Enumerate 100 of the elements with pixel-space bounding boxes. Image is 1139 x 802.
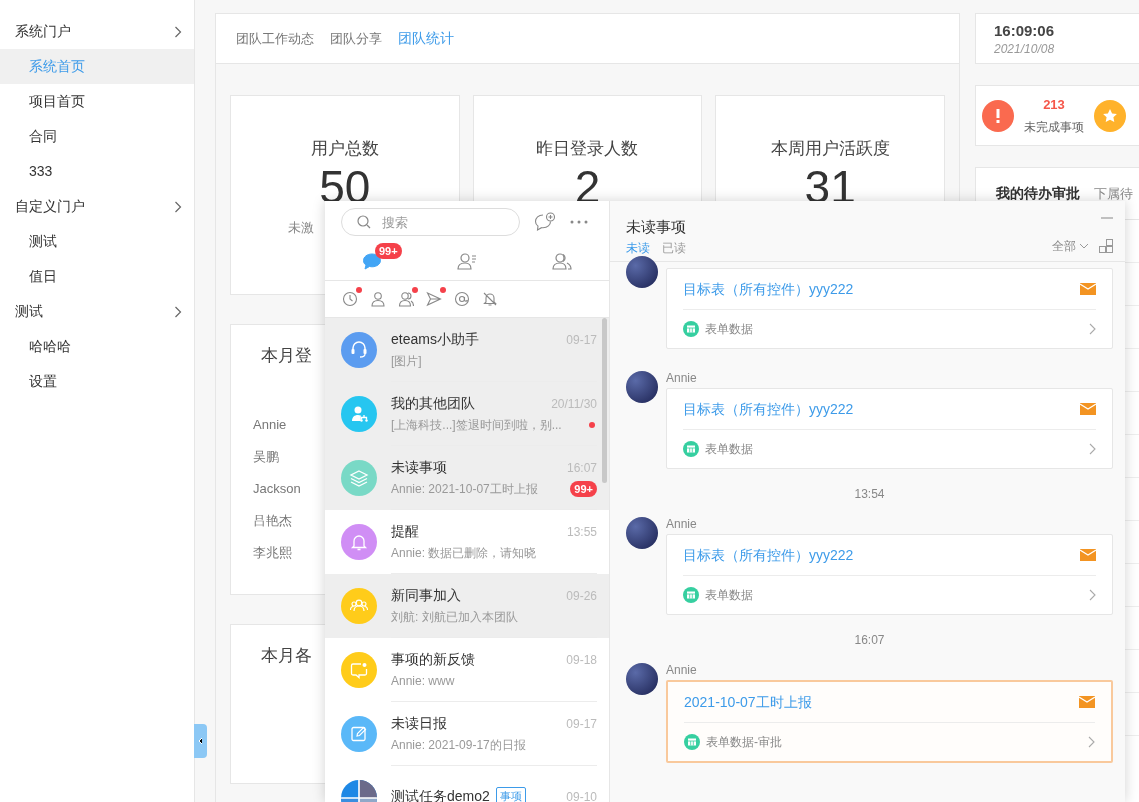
filter-dropdown[interactable]: 全部 (1052, 237, 1089, 255)
user-name: Annie (253, 415, 287, 434)
conversation-title: 新同事加入 (391, 586, 461, 605)
mail-icon (1080, 549, 1096, 561)
conversation-title: 事项的新反馈 (391, 650, 475, 669)
sender-name: Annie (666, 663, 698, 677)
table-icon (683, 321, 699, 337)
avatar (626, 371, 658, 403)
message-title: 2021-10-07工时上报 (684, 692, 812, 712)
message-title: 目标表（所有控件）yyy222 (683, 279, 854, 299)
conversation-preview: [上海科技...]签退时间到啦，别... (391, 417, 562, 434)
sidebar-item[interactable]: 合同 (0, 119, 194, 154)
clock-icon[interactable] (342, 291, 358, 307)
conversation-title: 未读事项 (391, 458, 447, 477)
sidebar-item[interactable]: 哈哈哈 (0, 329, 194, 364)
panel-title: 未读事项 (626, 217, 687, 237)
mail-icon (1079, 696, 1095, 708)
message-subtitle: 表单数据 (705, 321, 754, 338)
nav-tab[interactable]: 99+ (325, 243, 420, 280)
sidebar-item[interactable]: 测试 (0, 294, 194, 329)
conversation-title: 测试任务demo2 (391, 787, 490, 802)
conversation-title: 我的其他团队 (391, 394, 475, 413)
table-icon (683, 441, 699, 457)
card-title: 本月各 (261, 645, 312, 667)
sidebar-item[interactable]: 设置 (0, 364, 194, 399)
message-subtitle: 表单数据 (705, 587, 754, 604)
chevron-right-icon (1089, 323, 1096, 335)
message-card[interactable]: 目标表（所有控件）yyy222 表单数据 (666, 388, 1113, 469)
people-icon (551, 252, 572, 271)
person-icon[interactable] (370, 291, 386, 307)
user-name: Jackson (253, 479, 301, 498)
summary-count: 213 (1042, 95, 1066, 114)
chevron-right-icon (174, 305, 182, 318)
user-name: 李兆熙 (253, 543, 292, 562)
layout-icon[interactable] (1099, 239, 1113, 253)
contact-list-icon (457, 252, 477, 271)
summary-label: 未完成事项 (1024, 119, 1084, 137)
conversation-preview: 刘航: 刘航已加入本团队 (391, 609, 518, 626)
mail-icon (1080, 403, 1096, 415)
clock-date: 2021/10/08 (994, 41, 1056, 58)
sidebar-item[interactable]: 自定义门户 (0, 189, 194, 224)
message-card[interactable]: 目标表（所有控件）yyy222 表单数据 (666, 268, 1113, 349)
timestamp: 13:54 (853, 486, 886, 503)
conversation-time: 09-10 (566, 788, 597, 802)
at-sign-icon[interactable] (454, 291, 470, 307)
unread-badge: 99+ (375, 243, 402, 259)
unread-badge: 99+ (570, 481, 597, 497)
conversation-item[interactable]: 事项的新反馈 09-18 Annie: www (325, 638, 609, 702)
chevron-right-icon (1089, 589, 1096, 601)
chevron-right-icon (174, 200, 182, 213)
alert-icon (982, 99, 1014, 132)
conversation-preview: [图片] (391, 353, 422, 370)
bell-off-icon[interactable] (482, 291, 498, 307)
timestamp: 16:07 (853, 632, 886, 649)
clock-time: 16:09:06 (994, 22, 1056, 40)
message-card[interactable]: 2021-10-07工时上报 表单数据-审批 (666, 680, 1113, 763)
collapse-handle[interactable] (194, 724, 207, 758)
new-chat-icon[interactable] (534, 212, 556, 232)
conversation-item[interactable]: 未读日报 09-17 Annie: 2021-09-17的日报 (325, 702, 609, 766)
user-name: 吴鹏 (253, 447, 279, 466)
conversation-preview: Annie: 数据已删除，请知晓 (391, 545, 537, 562)
conversation-time: 09-17 (566, 715, 597, 733)
sender-name: Annie (666, 517, 698, 531)
people-icon[interactable] (398, 291, 414, 307)
sidebar-item[interactable]: 值日 (0, 259, 194, 294)
send-icon[interactable] (426, 291, 442, 307)
scrollbar[interactable] (602, 318, 607, 483)
search-field[interactable]: 搜索 (341, 208, 520, 236)
table-icon (683, 587, 699, 603)
message-card[interactable]: 目标表（所有控件）yyy222 表单数据 (666, 534, 1113, 615)
mail-icon (1080, 283, 1096, 295)
tab[interactable]: 我的待办审批 (996, 183, 1080, 204)
chevron-right-icon (1088, 736, 1095, 748)
sidebar-item[interactable]: 系统门户 (0, 14, 194, 49)
conversation-title: 提醒 (391, 522, 419, 541)
conversation-preview: Annie: www (391, 673, 455, 690)
card-title: 本月登 (261, 345, 312, 367)
chevron-right-icon (174, 25, 182, 38)
tab[interactable]: 团队分享 (330, 28, 382, 49)
sidebar-item[interactable]: 项目首页 (0, 84, 194, 119)
tab[interactable]: 下属待 (1094, 183, 1133, 204)
tab[interactable]: 团队工作动态 (236, 28, 314, 49)
avatar (626, 517, 658, 549)
stat-title: 昨日登录人数 (536, 138, 639, 160)
item-tag: 事项 (495, 787, 526, 802)
avatar (626, 256, 658, 288)
table-icon (684, 734, 700, 750)
sidebar-item[interactable]: 测试 (0, 224, 194, 259)
message-title: 目标表（所有控件）yyy222 (683, 545, 854, 565)
sidebar-item[interactable]: 333 (0, 154, 194, 189)
conversation-title: 未读日报 (391, 714, 447, 733)
search-icon (357, 215, 371, 229)
stat-title: 用户总数 (310, 138, 379, 160)
more-icon[interactable] (570, 220, 588, 224)
sender-name: Annie (666, 371, 698, 385)
conversation-item[interactable]: 测试任务demo2 事项 09-10 (325, 766, 609, 802)
caret-icon (1079, 243, 1089, 249)
conversation-preview: Annie: 2021-09-17的日报 (391, 737, 526, 754)
stat-note: 未激 (288, 219, 314, 238)
user-name: 吕艳杰 (253, 511, 292, 530)
